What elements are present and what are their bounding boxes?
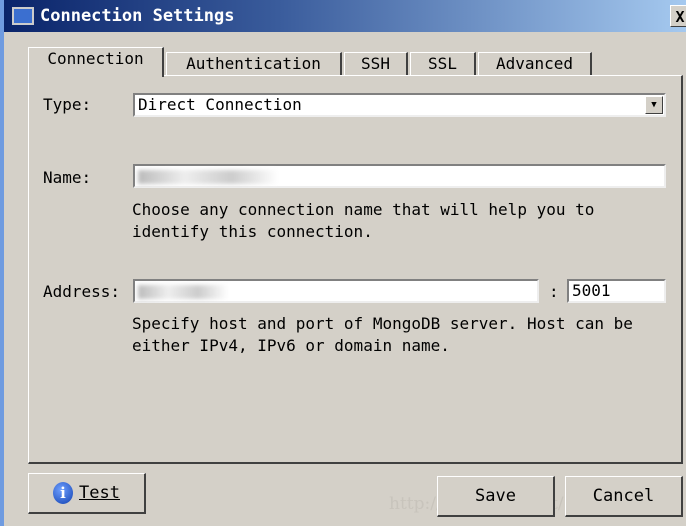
type-select[interactable]: Direct Connection ▼ [133, 93, 666, 117]
address-help-line-2: either IPv4, IPv6 or domain name. [132, 336, 450, 355]
monitor-icon [12, 7, 34, 25]
tab-connection[interactable]: Connection [28, 47, 164, 77]
redacted-name [138, 169, 278, 184]
address-help-line-1: Specify host and port of MongoDB server.… [132, 314, 633, 333]
name-input[interactable] [133, 164, 666, 188]
address-label: Address: [43, 282, 121, 301]
address-input[interactable] [133, 279, 539, 303]
connection-settings-dialog: Connection Settings X Connection Authent… [0, 0, 686, 526]
type-label: Type: [43, 95, 92, 114]
tab-authentication[interactable]: Authentication [166, 52, 342, 76]
test-label: Test [79, 483, 120, 503]
info-icon: i [53, 482, 74, 504]
port-input[interactable]: 5001 [567, 279, 666, 303]
tab-ssh[interactable]: SSH [344, 52, 408, 76]
test-button[interactable]: i Test [28, 473, 146, 514]
chevron-down-icon[interactable]: ▼ [645, 96, 663, 114]
name-help-line-1: Choose any connection name that will hel… [132, 200, 595, 219]
name-label: Name: [43, 168, 92, 187]
cancel-button[interactable]: Cancel [565, 476, 683, 517]
tab-advanced[interactable]: Advanced [478, 52, 592, 76]
type-value: Direct Connection [138, 95, 302, 114]
title-bar: Connection Settings X [4, 0, 686, 32]
port-separator: : [549, 282, 559, 301]
close-button[interactable]: X [670, 5, 686, 27]
connection-panel [28, 75, 683, 464]
save-button[interactable]: Save [437, 476, 555, 517]
redacted-address [138, 284, 228, 299]
name-help-line-2: identify this connection. [132, 222, 373, 241]
tab-ssl[interactable]: SSL [410, 52, 476, 76]
window-title: Connection Settings [40, 6, 235, 26]
